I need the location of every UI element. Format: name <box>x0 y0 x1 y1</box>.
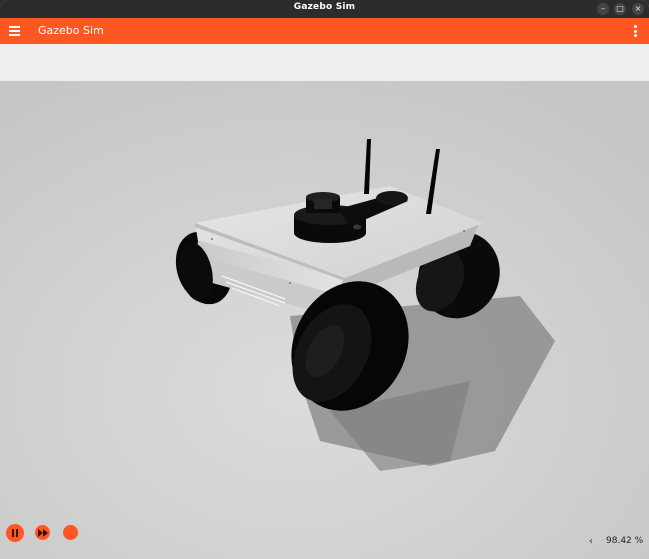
multi-step-button[interactable] <box>63 525 78 540</box>
close-icon: × <box>634 4 642 13</box>
app-title: Gazebo Sim <box>38 24 104 37</box>
gazebo-window: Gazebo Sim – □ × Gazebo Sim ‹ 98.42 % <box>0 0 649 559</box>
close-button[interactable]: × <box>632 3 644 15</box>
pause-button[interactable] <box>6 524 24 542</box>
3d-scene-viewport[interactable] <box>0 81 649 559</box>
toolbar-strip <box>0 44 649 82</box>
window-titlebar: Gazebo Sim – □ × <box>0 0 649 18</box>
fast-forward-icon <box>38 529 48 537</box>
real-time-factor: 98.42 % <box>606 536 644 546</box>
step-forward-button[interactable] <box>35 525 50 540</box>
minimize-icon: – <box>601 4 605 13</box>
app-bar: Gazebo Sim <box>0 18 649 44</box>
hamburger-menu-icon[interactable] <box>9 26 20 36</box>
scene-render <box>0 81 649 559</box>
maximize-icon: □ <box>616 4 624 13</box>
rtf-expand-toggle[interactable]: ‹ <box>589 536 593 547</box>
maximize-button[interactable]: □ <box>614 3 626 15</box>
window-title: Gazebo Sim <box>293 2 356 12</box>
minimize-button[interactable]: – <box>597 3 609 15</box>
kebab-menu-icon[interactable] <box>634 25 638 38</box>
